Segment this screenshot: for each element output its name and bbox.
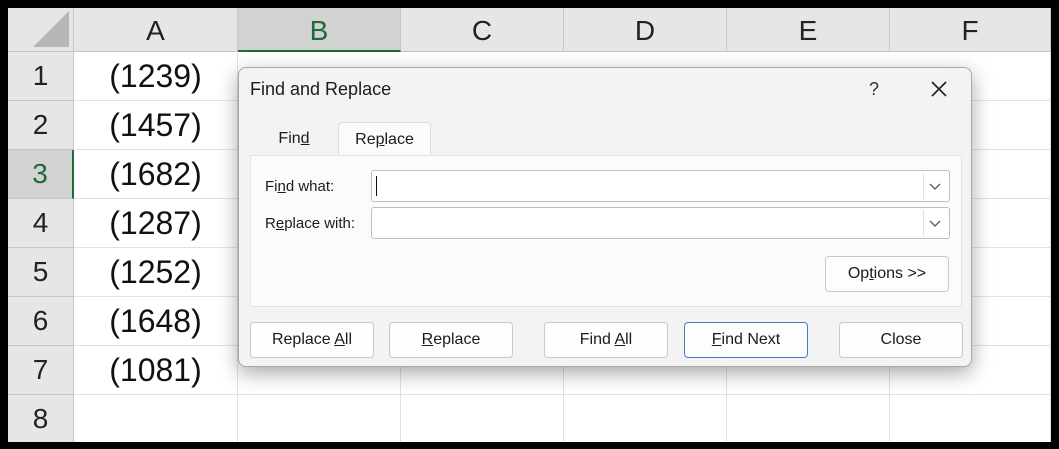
row-header-8[interactable]: 8: [8, 395, 74, 442]
replace-with-dropdown[interactable]: [923, 210, 947, 236]
find-what-label: Find what:: [265, 178, 335, 195]
column-header-d[interactable]: D: [564, 8, 727, 52]
close-icon[interactable]: [923, 74, 955, 104]
cell-a2[interactable]: (1457): [74, 101, 238, 150]
cell-a6[interactable]: (1648): [74, 297, 238, 346]
find-next-button[interactable]: Find Next: [684, 322, 808, 358]
select-all-corner[interactable]: [8, 8, 74, 52]
options-button[interactable]: Options >>: [825, 256, 949, 292]
cell-b8[interactable]: [238, 395, 401, 442]
find-what-input[interactable]: [371, 170, 950, 202]
replace-all-button[interactable]: Replace All: [250, 322, 374, 358]
chevron-down-icon: [929, 220, 941, 227]
column-header-b[interactable]: B: [238, 8, 401, 52]
replace-button[interactable]: Replace: [389, 322, 513, 358]
cell-a1[interactable]: (1239): [74, 52, 238, 101]
chevron-down-icon: [929, 183, 941, 190]
cell-d8[interactable]: [564, 395, 727, 442]
cell-a4[interactable]: (1287): [74, 199, 238, 248]
find-all-button[interactable]: Find All: [544, 322, 668, 358]
cell-c8[interactable]: [401, 395, 564, 442]
replace-tab-panel: Find what: Replace with: Options >>: [250, 155, 962, 307]
cell-a3[interactable]: (1682): [74, 150, 238, 199]
select-all-triangle-icon: [33, 11, 69, 47]
find-what-dropdown[interactable]: [923, 173, 947, 199]
cell-a5[interactable]: (1252): [74, 248, 238, 297]
close-button[interactable]: Close: [839, 322, 963, 358]
cell-e8[interactable]: [727, 395, 890, 442]
dialog-title: Find and Replace: [250, 79, 392, 99]
row-header-6[interactable]: 6: [8, 297, 74, 346]
row-header-5[interactable]: 5: [8, 248, 74, 297]
screenshot-frame: A B C D E F 1 2 3 4 5 6 7 8 (1239) (1457…: [0, 0, 1059, 449]
column-header-a[interactable]: A: [74, 8, 238, 52]
help-button[interactable]: ?: [859, 76, 889, 102]
text-caret: [376, 176, 377, 196]
row-header-4[interactable]: 4: [8, 199, 74, 248]
row-header-7[interactable]: 7: [8, 346, 74, 395]
row-header-2[interactable]: 2: [8, 101, 74, 150]
cell-a7[interactable]: (1081): [74, 346, 238, 395]
column-header-e[interactable]: E: [727, 8, 890, 52]
column-header-f[interactable]: F: [890, 8, 1051, 52]
column-header-c[interactable]: C: [401, 8, 564, 52]
find-replace-dialog: Find and Replace ? Find Replace Find wha…: [238, 67, 972, 367]
cell-f8[interactable]: [890, 395, 1051, 442]
row-header-1[interactable]: 1: [8, 52, 74, 101]
spreadsheet-grid: A B C D E F 1 2 3 4 5 6 7 8 (1239) (1457…: [8, 8, 1051, 442]
replace-with-label: Replace with:: [265, 215, 356, 232]
tab-find[interactable]: Find: [251, 122, 337, 156]
replace-with-input[interactable]: [371, 207, 950, 239]
row-header-3[interactable]: 3: [8, 150, 74, 199]
tab-replace[interactable]: Replace: [338, 122, 431, 156]
cell-a8[interactable]: [74, 395, 238, 442]
